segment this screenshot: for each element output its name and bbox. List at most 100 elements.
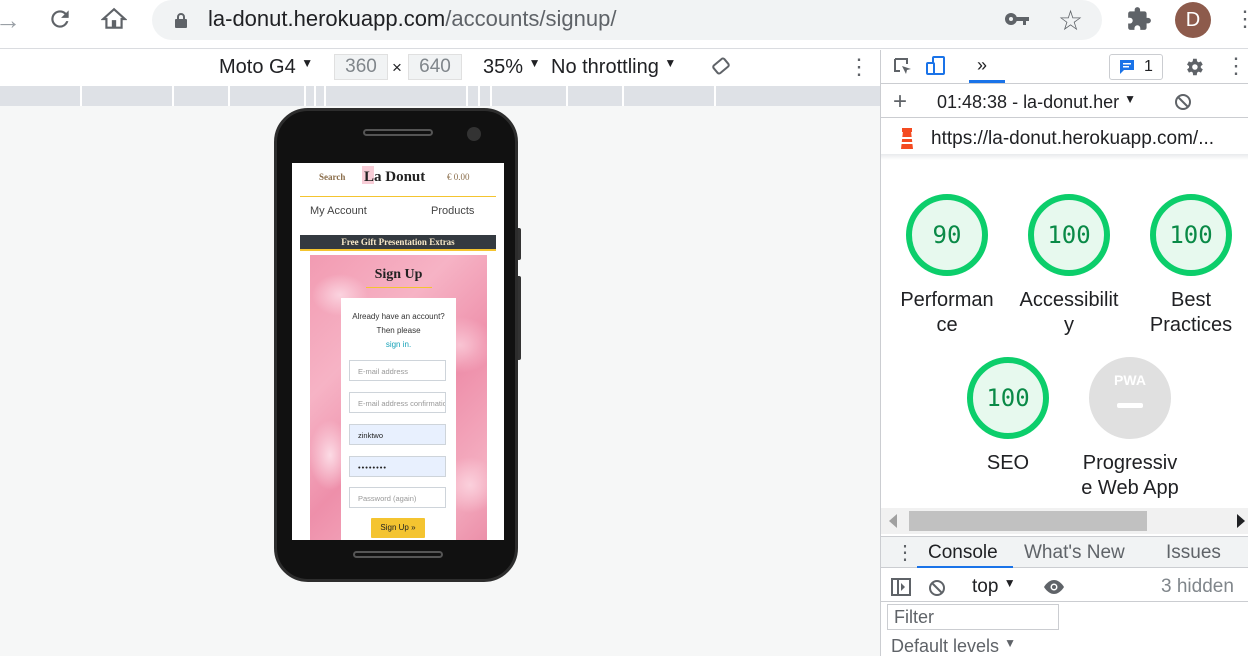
url-host: la-donut.herokuapp.com xyxy=(208,6,446,31)
profile-avatar[interactable]: D xyxy=(1175,2,1211,38)
performance-label-2: ce xyxy=(936,314,958,336)
best-practices-label-2: Practices xyxy=(1149,314,1233,336)
caret-down-icon: ▼ xyxy=(1004,636,1016,650)
performance-gauge[interactable]: 90 xyxy=(906,194,988,276)
accessibility-gauge[interactable]: 100 xyxy=(1028,194,1110,276)
height-input[interactable]: 640 xyxy=(408,54,462,80)
best-practices-label[interactable]: Best Practices xyxy=(1129,288,1248,338)
issues-badge[interactable]: 1 xyxy=(1109,54,1163,80)
url-path: /accounts/signup/ xyxy=(445,6,617,31)
signin-link[interactable]: sign in. xyxy=(386,340,411,349)
browser-toolbar: → la-donut.herokuapp.com/accounts/signup… xyxy=(0,0,1248,49)
tab-console[interactable]: Console xyxy=(928,542,998,564)
lighthouse-toolbar: + 01:48:38 - la-donut.her ▼ xyxy=(881,86,1248,118)
scroll-right-icon[interactable] xyxy=(1237,514,1245,528)
caret-down-icon: ▼ xyxy=(664,56,677,70)
url-bar-shadow xyxy=(881,154,1248,160)
forward-icon[interactable]: → xyxy=(0,6,24,34)
home-icon[interactable] xyxy=(98,6,130,34)
throttling-value: No throttling xyxy=(551,56,659,78)
device-toolbar-menu-icon[interactable]: ⋮ xyxy=(848,54,870,80)
site-logo[interactable]: La Donut xyxy=(364,169,425,186)
width-input[interactable]: 360 xyxy=(334,54,388,80)
seo-gauge[interactable]: 100 xyxy=(967,357,1049,439)
address-bar[interactable]: la-donut.herokuapp.com/accounts/signup/ … xyxy=(152,0,1102,40)
drawer-menu-icon[interactable]: ⋮ xyxy=(895,540,915,565)
tab-whats-new[interactable]: What's New xyxy=(1024,542,1125,564)
nav-products[interactable]: Products xyxy=(431,205,474,217)
active-tab-indicator xyxy=(969,80,1005,83)
dimension-separator: × xyxy=(392,58,402,77)
zoom-select[interactable]: 35% ▼ xyxy=(483,56,540,79)
more-tabs-icon[interactable]: » xyxy=(977,55,987,75)
lock-icon[interactable] xyxy=(174,12,188,28)
signin-prompt: Already have an account? Then please sig… xyxy=(347,310,450,352)
pwa-label-2: e Web App xyxy=(1081,477,1179,499)
tab-issues[interactable]: Issues xyxy=(1166,542,1221,564)
star-icon[interactable]: ☆ xyxy=(1058,4,1083,37)
phone-camera xyxy=(467,127,481,141)
devtools-menu-icon[interactable]: ⋮ xyxy=(1225,55,1247,77)
throttling-select[interactable]: No throttling ▼ xyxy=(551,56,676,79)
new-report-icon[interactable]: + xyxy=(893,88,907,116)
site-header: Search La Donut € 0.00 xyxy=(292,163,504,197)
search-link[interactable]: Search xyxy=(319,172,345,182)
nav-my-account[interactable]: My Account xyxy=(310,205,367,217)
device-toggle-icon[interactable] xyxy=(925,55,947,82)
report-select[interactable]: 01:48:38 - la-donut.her ▼ xyxy=(937,92,1136,113)
username-field[interactable]: zinktwo xyxy=(349,424,446,445)
console-filter-input[interactable]: Filter xyxy=(887,604,1059,630)
mobile-nav: My Account Products xyxy=(292,205,504,225)
sidebar-toggle-icon[interactable] xyxy=(891,578,911,602)
issues-count: 1 xyxy=(1144,58,1153,75)
message-icon xyxy=(1118,58,1136,84)
scrollbar-thumb[interactable] xyxy=(909,511,1147,531)
caret-down-icon: ▼ xyxy=(301,56,314,70)
pwa-gauge[interactable]: PWA xyxy=(1089,357,1171,439)
seo-label-1: SEO xyxy=(986,452,1030,474)
horizontal-scrollbar[interactable] xyxy=(881,508,1248,534)
phone-speaker xyxy=(363,129,433,136)
log-levels-select[interactable]: Default levels ▼ xyxy=(891,636,1016,657)
settings-icon[interactable] xyxy=(1183,56,1205,83)
pwa-label[interactable]: Progressiv e Web App xyxy=(1068,451,1192,501)
signup-title: Sign Up xyxy=(374,267,423,282)
key-icon[interactable] xyxy=(1004,8,1030,35)
log-levels-value: Default levels xyxy=(891,636,1000,656)
extensions-icon[interactable] xyxy=(1126,6,1152,37)
best-practices-gauge[interactable]: 100 xyxy=(1150,194,1232,276)
chrome-menu-icon[interactable]: ⋮ xyxy=(1234,6,1248,32)
report-name: 01:48:38 - la-donut.her xyxy=(937,92,1120,112)
signup-card: Already have an account? Then please sig… xyxy=(341,298,456,540)
clear-reports-icon[interactable] xyxy=(1173,92,1193,117)
signup-background: Sign Up Already have an account? Then pl… xyxy=(310,255,487,540)
reload-icon[interactable] xyxy=(44,6,76,34)
email-confirm-field[interactable]: E-mail address confirmation xyxy=(349,392,446,413)
url-text[interactable]: la-donut.herokuapp.com/accounts/signup/ xyxy=(208,6,617,32)
accessibility-label[interactable]: Accessibilit y xyxy=(1007,288,1131,338)
lighthouse-url-bar: https://la-donut.herokuapp.com/... xyxy=(881,120,1248,158)
live-expression-icon[interactable] xyxy=(1043,579,1065,601)
audited-url[interactable]: https://la-donut.herokuapp.com/... xyxy=(931,128,1214,150)
password-again-field[interactable]: Password (again) xyxy=(349,487,446,508)
cart-total[interactable]: € 0.00 xyxy=(447,172,470,182)
best-practices-label-1: Best xyxy=(1170,289,1212,311)
header-divider xyxy=(300,196,496,197)
promo-banner: Free Gift Presentation Extras xyxy=(300,235,496,251)
context-value: top xyxy=(972,576,999,597)
email-field[interactable]: E-mail address xyxy=(349,360,446,381)
signup-button[interactable]: Sign Up » xyxy=(371,518,425,538)
clear-console-icon[interactable] xyxy=(927,578,947,604)
media-query-ruler[interactable] xyxy=(0,86,880,106)
password-field[interactable]: •••••••• xyxy=(349,456,446,477)
seo-label[interactable]: SEO xyxy=(946,451,1070,476)
phone-home-bar xyxy=(353,551,443,558)
rotate-icon[interactable] xyxy=(710,55,732,83)
inspect-element-icon[interactable] xyxy=(893,57,913,82)
console-toolbar: top ▼ 3 hidden xyxy=(881,572,1248,602)
context-select[interactable]: top ▼ xyxy=(972,576,1016,598)
scroll-left-icon[interactable] xyxy=(889,514,897,528)
performance-label[interactable]: Performan ce xyxy=(885,288,1009,338)
device-select[interactable]: Moto G4 ▼ xyxy=(219,56,313,79)
accessibility-label-2: y xyxy=(1064,314,1074,336)
